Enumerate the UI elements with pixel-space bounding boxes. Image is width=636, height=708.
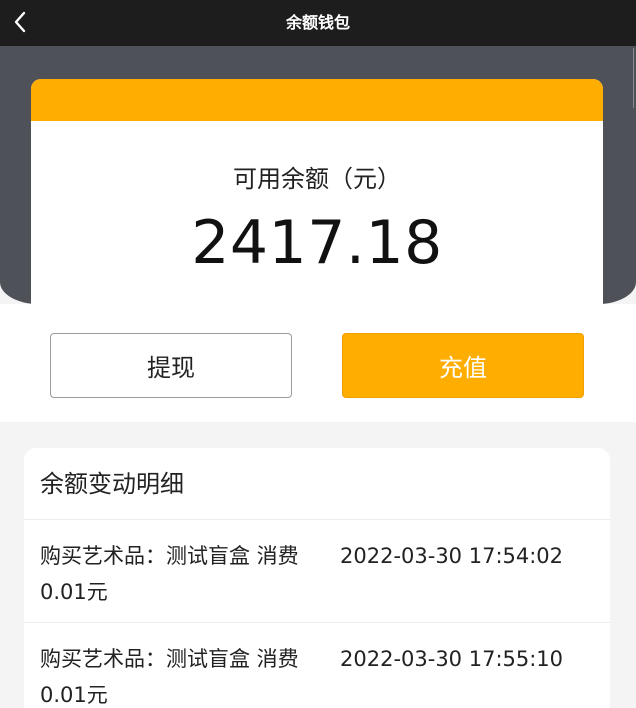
item-time: 2022-03-30 17:55:10 [340,647,564,671]
card-accent-band [31,79,603,121]
detail-heading: 余额变动明细 [24,448,610,520]
balance-amount: 2417.18 [191,208,443,278]
balance-detail-panel: 余额变动明细 购买艺术品：测试盲盒 消费0.01元 2022-03-30 17:… [24,448,610,708]
balance-card: 可用余额（元） 2417.18 [31,79,603,305]
item-description: 购买艺术品：测试盲盒 消费0.01元 [40,647,299,707]
page-title: 余额钱包 [285,13,350,32]
balance-label: 可用余额（元） [233,165,401,193]
list-item[interactable]: 购买艺术品：测试盲盒 消费0.01元 2022-03-30 17:55:10 [24,623,610,708]
withdraw-button[interactable]: 提现 [50,333,292,398]
item-description: 购买艺术品：测试盲盒 消费0.01元 [40,544,299,604]
top-bar: 余额钱包 [0,0,636,46]
recharge-button[interactable]: 充值 [342,333,584,398]
item-time: 2022-03-30 17:54:02 [340,544,564,568]
list-item[interactable]: 购买艺术品：测试盲盒 消费0.01元 2022-03-30 17:54:02 [24,520,610,623]
chevron-left-icon [14,11,26,33]
back-button[interactable] [8,9,32,35]
scrollbar[interactable] [628,48,634,108]
